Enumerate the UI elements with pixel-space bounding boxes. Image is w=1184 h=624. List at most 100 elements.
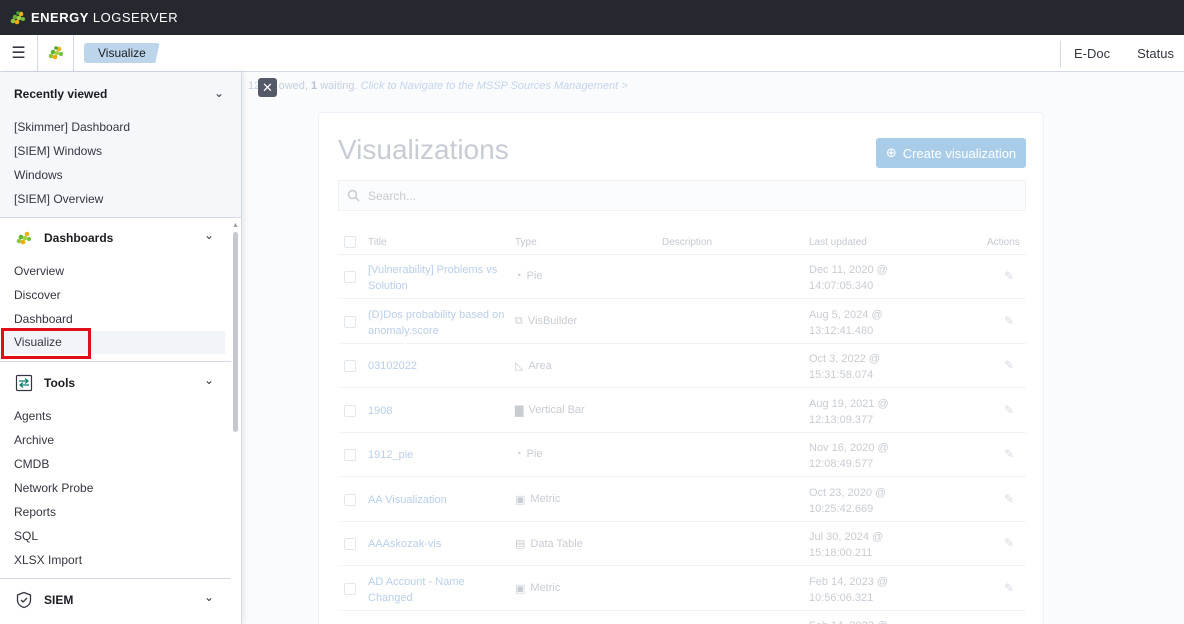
visualizations-panel: Visualizations ⊕ Create visualization Se…: [318, 112, 1044, 624]
pencil-icon[interactable]: ✎: [1004, 447, 1014, 461]
type-label: Pie: [526, 270, 543, 282]
last-updated: Oct 23, 2020 @ 10:25:42.669: [809, 486, 887, 515]
last-updated: Feb 14, 2023 @: [809, 618, 919, 624]
last-updated: Jul 30, 2024 @ 15:18:00.211: [809, 531, 884, 559]
table-row[interactable]: (D)Dos probability based on anomaly.scor…: [338, 300, 1026, 344]
pencil-icon[interactable]: ✎: [1004, 314, 1014, 328]
last-updated: Feb 14, 2023 @ 10:56:06.321: [809, 575, 889, 604]
recent-item[interactable]: [SIEM] Overview: [14, 192, 103, 206]
row-checkbox[interactable]: [344, 582, 356, 595]
type-label: Metric: [530, 493, 561, 505]
header-bar: ☰ Visualize E-Doc Status: [0, 34, 1184, 72]
table-row[interactable]: Feb 14, 2023 @: [338, 611, 1026, 624]
brand-logo[interactable]: ENERGY LOGSERVER: [9, 10, 178, 26]
breadcrumb-visualize[interactable]: Visualize: [84, 43, 160, 63]
sidenav-scrollbar[interactable]: ▲: [232, 222, 239, 437]
chevron-down-icon[interactable]: ⌄: [204, 228, 214, 242]
status-link[interactable]: Status: [1137, 46, 1174, 61]
alert-close-button[interactable]: ✕: [258, 78, 277, 97]
chevron-down-icon[interactable]: ⌄: [204, 590, 214, 604]
table-row[interactable]: AD Account - Name Changed ▣ Metric Feb 14, …: [338, 567, 1026, 611]
visualization-title-link[interactable]: 1912_pie: [368, 447, 508, 463]
visualization-title-link[interactable]: AAAskozak-vis: [368, 536, 508, 552]
pie-icon: ◔: [515, 448, 522, 460]
tools-heading[interactable]: Tools: [14, 373, 75, 393]
select-all-checkbox[interactable]: [344, 236, 356, 248]
row-checkbox[interactable]: [344, 315, 356, 328]
create-visualization-button[interactable]: ⊕ Create visualization: [876, 138, 1026, 168]
home-logo-button[interactable]: [38, 34, 74, 72]
recently-viewed-heading[interactable]: Recently viewed: [14, 87, 107, 101]
recent-item[interactable]: [Skimmer] Dashboard: [14, 120, 130, 134]
table-row[interactable]: 1912_pie ◔ Pie Nov 16, 2020 @ 12:08:49.577 ✎: [338, 433, 1026, 477]
nav-item-dashboard[interactable]: Dashboard: [14, 312, 73, 326]
dashboards-label: Dashboards: [44, 231, 114, 245]
column-last-updated[interactable]: Last updated: [809, 237, 867, 248]
row-checkbox[interactable]: [344, 271, 356, 283]
top-bar: ENERGY LOGSERVER: [0, 0, 1184, 35]
nav-item-overview[interactable]: Overview: [14, 264, 64, 278]
table-header: Title Type Description Last updated Acti…: [338, 233, 1026, 255]
table-icon: ▤: [515, 538, 526, 550]
pencil-icon[interactable]: ✎: [1004, 269, 1014, 283]
nav-item-xlsx-import[interactable]: XLSX Import: [14, 553, 82, 567]
pencil-icon[interactable]: ✎: [1004, 403, 1014, 417]
visualization-title-link[interactable]: (D)Dos probability based on anomaly.scor…: [368, 307, 508, 339]
dashboards-heading[interactable]: Dashboards: [14, 228, 113, 248]
bar-icon: ▇: [515, 404, 524, 417]
last-updated: Dec 11, 2020 @ 14:07:05.340: [809, 264, 888, 292]
table-row[interactable]: [Vulnerability] Problems vs Solution ◔ Pie…: [338, 255, 1026, 299]
nav-item-agents[interactable]: Agents: [14, 409, 51, 423]
nav-item-discover[interactable]: Discover: [14, 288, 61, 302]
alert-waiting-text: waiting.: [317, 80, 361, 92]
siem-heading[interactable]: SIEM: [14, 590, 73, 610]
highlight-box: [1, 328, 91, 359]
pencil-icon[interactable]: ✎: [1004, 581, 1014, 595]
nav-item-sql[interactable]: SQL: [14, 529, 38, 543]
type-label: VisBuilder: [527, 315, 578, 327]
table-row[interactable]: 1908 ▇ Vertical Bar Aug 19, 2021 @ 12:13:09…: [338, 389, 1026, 433]
search-icon: [347, 189, 360, 202]
type-label: Pie: [526, 448, 543, 460]
row-checkbox[interactable]: [344, 538, 356, 550]
visualization-type: ▣ Metric: [515, 493, 560, 506]
visualization-type: ◔ Pie: [515, 270, 543, 282]
row-checkbox[interactable]: [344, 404, 356, 417]
visualization-title-link[interactable]: AA Visualization: [368, 492, 508, 508]
recent-item[interactable]: [SIEM] Windows: [14, 144, 102, 158]
scrollbar-thumb[interactable]: [233, 232, 238, 432]
pencil-icon[interactable]: ✎: [1004, 358, 1014, 372]
column-type[interactable]: Type: [515, 237, 537, 248]
recent-item[interactable]: Windows: [14, 168, 63, 182]
visbuilder-icon: ⧉: [515, 314, 523, 327]
table-row[interactable]: AAAskozak-vis ▤ Data Table Jul 30, 2024 @ 1…: [338, 522, 1026, 566]
nav-item-cmdb[interactable]: CMDB: [14, 457, 49, 471]
side-navigation: Recently viewed ⌄ [Skimmer] Dashboard [S…: [0, 72, 242, 624]
visualization-title-link[interactable]: 1908: [368, 403, 508, 419]
last-updated: Oct 3, 2022 @ 15:31:58.074: [809, 353, 881, 381]
search-input[interactable]: Search...: [338, 180, 1026, 211]
column-title[interactable]: Title: [368, 237, 387, 248]
row-checkbox[interactable]: [344, 449, 356, 461]
visualization-title-link[interactable]: AD Account - Name Changed: [368, 574, 508, 606]
mssp-sources-link[interactable]: Click to Navigate to the MSSP Sources Ma…: [361, 80, 628, 92]
shield-icon: [14, 590, 34, 610]
menu-toggle-button[interactable]: ☰: [0, 34, 38, 72]
table-row[interactable]: AA Visualization ▣ Metric Oct 23, 2020 @ 10…: [338, 478, 1026, 522]
visualization-title-link[interactable]: [Vulnerability] Problems vs Solution: [368, 262, 508, 294]
row-checkbox[interactable]: [344, 493, 356, 506]
type-label: Data Table: [530, 537, 583, 550]
header-links: E-Doc Status: [1060, 35, 1184, 72]
nav-item-reports[interactable]: Reports: [14, 505, 56, 519]
table-row[interactable]: 03102022 ◺ Area Oct 3, 2022 @ 15:31:58.074 ✎: [338, 344, 1026, 388]
row-checkbox[interactable]: [344, 360, 356, 372]
nav-item-network-probe[interactable]: Network Probe: [14, 481, 93, 495]
visualization-title-link[interactable]: 03102022: [368, 358, 508, 374]
chevron-down-icon[interactable]: ⌄: [204, 373, 214, 387]
nav-item-archive[interactable]: Archive: [14, 433, 54, 447]
siem-label: SIEM: [44, 593, 74, 607]
pencil-icon[interactable]: ✎: [1004, 536, 1014, 550]
edoc-link[interactable]: E-Doc: [1074, 46, 1110, 61]
pencil-icon[interactable]: ✎: [1004, 492, 1014, 506]
chevron-down-icon[interactable]: ⌄: [214, 86, 224, 100]
